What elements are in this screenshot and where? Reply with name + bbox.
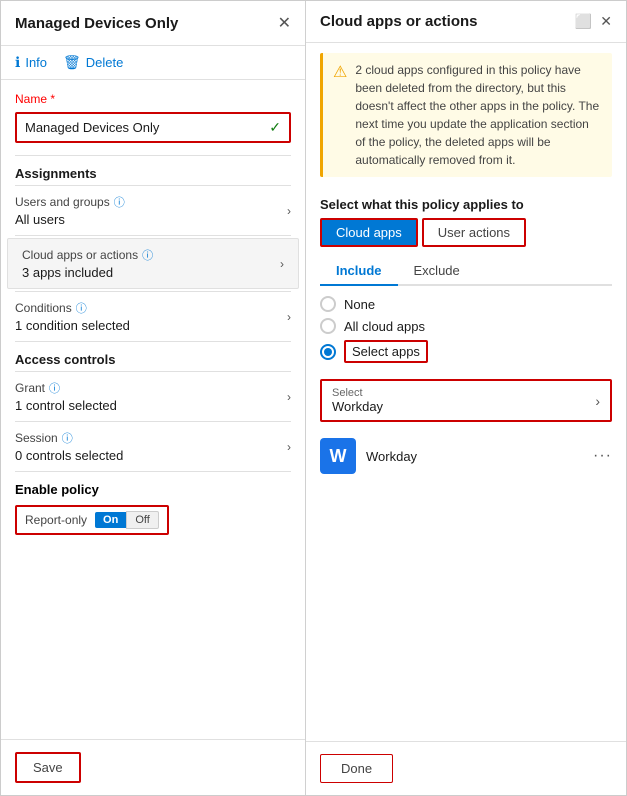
info-label: Info (25, 55, 47, 70)
all-cloud-apps-radio[interactable]: All cloud apps (320, 318, 612, 334)
select-apps-radio[interactable]: Select apps (320, 340, 612, 363)
user-actions-tab[interactable]: User actions (422, 218, 526, 247)
conditions-value: 1 condition selected (15, 318, 130, 333)
delete-icon: 🗑 (63, 54, 81, 71)
select-apps-radio-label: Select apps (344, 340, 428, 363)
right-close-button[interactable]: ✕ (600, 13, 612, 30)
all-cloud-apps-radio-label: All cloud apps (344, 319, 425, 334)
conditions-chevron: › (287, 310, 291, 324)
select-box-content: Select Workday (332, 387, 383, 414)
name-check-icon: ✓ (269, 119, 281, 136)
save-button[interactable]: Save (15, 752, 81, 783)
left-footer: Save (1, 739, 305, 795)
assignments-label: Assignments (1, 156, 305, 185)
conditions-info-icon: ⓘ (76, 300, 87, 316)
grant-value: 1 control selected (15, 398, 117, 413)
grant-chevron: › (287, 390, 291, 404)
workday-app-icon: W (320, 438, 356, 474)
info-icon: ℹ (15, 54, 20, 71)
divider-3 (15, 235, 291, 236)
cloud-apps-tab[interactable]: Cloud apps (320, 218, 418, 247)
access-controls-label: Access controls (1, 342, 305, 371)
users-groups-left: Users and groups ⓘ All users (15, 194, 125, 227)
include-tab[interactable]: Include (320, 257, 398, 286)
left-panel-title: Managed Devices Only (15, 15, 178, 32)
left-panel: Managed Devices Only ✕ ℹ Info 🗑 Delete N… (1, 1, 306, 795)
grant-left: Grant ⓘ 1 control selected (15, 380, 117, 413)
session-title: Session ⓘ (15, 430, 123, 446)
all-cloud-apps-radio-circle (320, 318, 336, 334)
select-box-value: Workday (332, 399, 383, 414)
conditions-title: Conditions ⓘ (15, 300, 130, 316)
name-section: Name * Managed Devices Only ✓ (1, 80, 305, 155)
right-panel: Cloud apps or actions ⬜ ✕ ⚠ 2 cloud apps… (306, 1, 626, 795)
users-groups-title: Users and groups ⓘ (15, 194, 125, 210)
right-footer: Done (306, 741, 626, 795)
cloud-apps-value: 3 apps included (22, 265, 153, 280)
select-apps-radio-circle (320, 344, 336, 360)
toggle-off-label: Off (126, 511, 158, 529)
right-header-actions: ⬜ ✕ (575, 13, 612, 30)
cloud-apps-item[interactable]: Cloud apps or actions ⓘ 3 apps included … (7, 238, 299, 289)
users-groups-chevron: › (287, 204, 291, 218)
policy-applies-label: Select what this policy applies to (306, 187, 626, 218)
enable-policy-section: Enable policy Report-only On Off (1, 472, 305, 545)
exclude-tab[interactable]: Exclude (398, 257, 476, 284)
enable-policy-label: Enable policy (15, 482, 291, 497)
warning-icon: ⚠ (333, 62, 347, 169)
right-panel-header: Cloud apps or actions ⬜ ✕ (306, 1, 626, 43)
none-radio-label: None (344, 297, 375, 312)
delete-label: Delete (86, 55, 124, 70)
toggle-on-label: On (95, 512, 126, 528)
conditions-left: Conditions ⓘ 1 condition selected (15, 300, 130, 333)
required-marker: * (50, 92, 55, 106)
session-left: Session ⓘ 0 controls selected (15, 430, 123, 463)
left-actions-bar: ℹ Info 🗑 Delete (1, 46, 305, 80)
right-panel-title: Cloud apps or actions (320, 13, 478, 30)
workday-more-button[interactable]: ··· (593, 447, 612, 465)
toggle-switch[interactable]: On Off (95, 511, 159, 529)
grant-title: Grant ⓘ (15, 380, 117, 396)
session-item[interactable]: Session ⓘ 0 controls selected › (1, 422, 305, 471)
users-groups-value: All users (15, 212, 125, 227)
name-label: Name * (15, 92, 291, 106)
select-box-label: Select (332, 387, 383, 399)
session-info-icon: ⓘ (62, 430, 73, 446)
grant-info-icon: ⓘ (49, 380, 60, 396)
cloud-apps-chevron: › (280, 257, 284, 271)
select-workday-box[interactable]: Select Workday › (320, 379, 612, 422)
users-groups-item[interactable]: Users and groups ⓘ All users › (1, 186, 305, 235)
toggle-row: Report-only On Off (15, 505, 169, 535)
include-exclude-tabs: Include Exclude (320, 257, 612, 286)
workday-app-item: W Workday ··· (306, 428, 626, 484)
cloud-apps-title: Cloud apps or actions ⓘ (22, 247, 153, 263)
info-action[interactable]: ℹ Info (15, 54, 47, 71)
warning-text: 2 cloud apps configured in this policy h… (355, 61, 602, 169)
left-panel-header: Managed Devices Only ✕ (1, 1, 305, 46)
name-input-value: Managed Devices Only (25, 120, 159, 135)
cloud-apps-info-icon: ⓘ (142, 247, 153, 263)
maximize-button[interactable]: ⬜ (575, 13, 592, 30)
warning-banner: ⚠ 2 cloud apps configured in this policy… (320, 53, 612, 177)
done-button[interactable]: Done (320, 754, 393, 783)
cloud-apps-left: Cloud apps or actions ⓘ 3 apps included (22, 247, 153, 280)
session-value: 0 controls selected (15, 448, 123, 463)
grant-item[interactable]: Grant ⓘ 1 control selected › (1, 372, 305, 421)
session-chevron: › (287, 440, 291, 454)
workday-app-name: Workday (366, 449, 583, 464)
delete-action[interactable]: 🗑 Delete (63, 54, 123, 71)
toggle-label: Report-only (25, 513, 87, 527)
policy-tabs: Cloud apps User actions (306, 218, 626, 247)
users-groups-info-icon: ⓘ (114, 194, 125, 210)
name-input-box[interactable]: Managed Devices Only ✓ (15, 112, 291, 143)
radio-options: None All cloud apps Select apps (306, 286, 626, 373)
select-box-chevron-icon: › (595, 393, 600, 409)
left-close-button[interactable]: ✕ (278, 13, 291, 33)
workday-icon-letter: W (330, 446, 347, 467)
none-radio-circle (320, 296, 336, 312)
conditions-item[interactable]: Conditions ⓘ 1 condition selected › (1, 292, 305, 341)
none-radio[interactable]: None (320, 296, 612, 312)
